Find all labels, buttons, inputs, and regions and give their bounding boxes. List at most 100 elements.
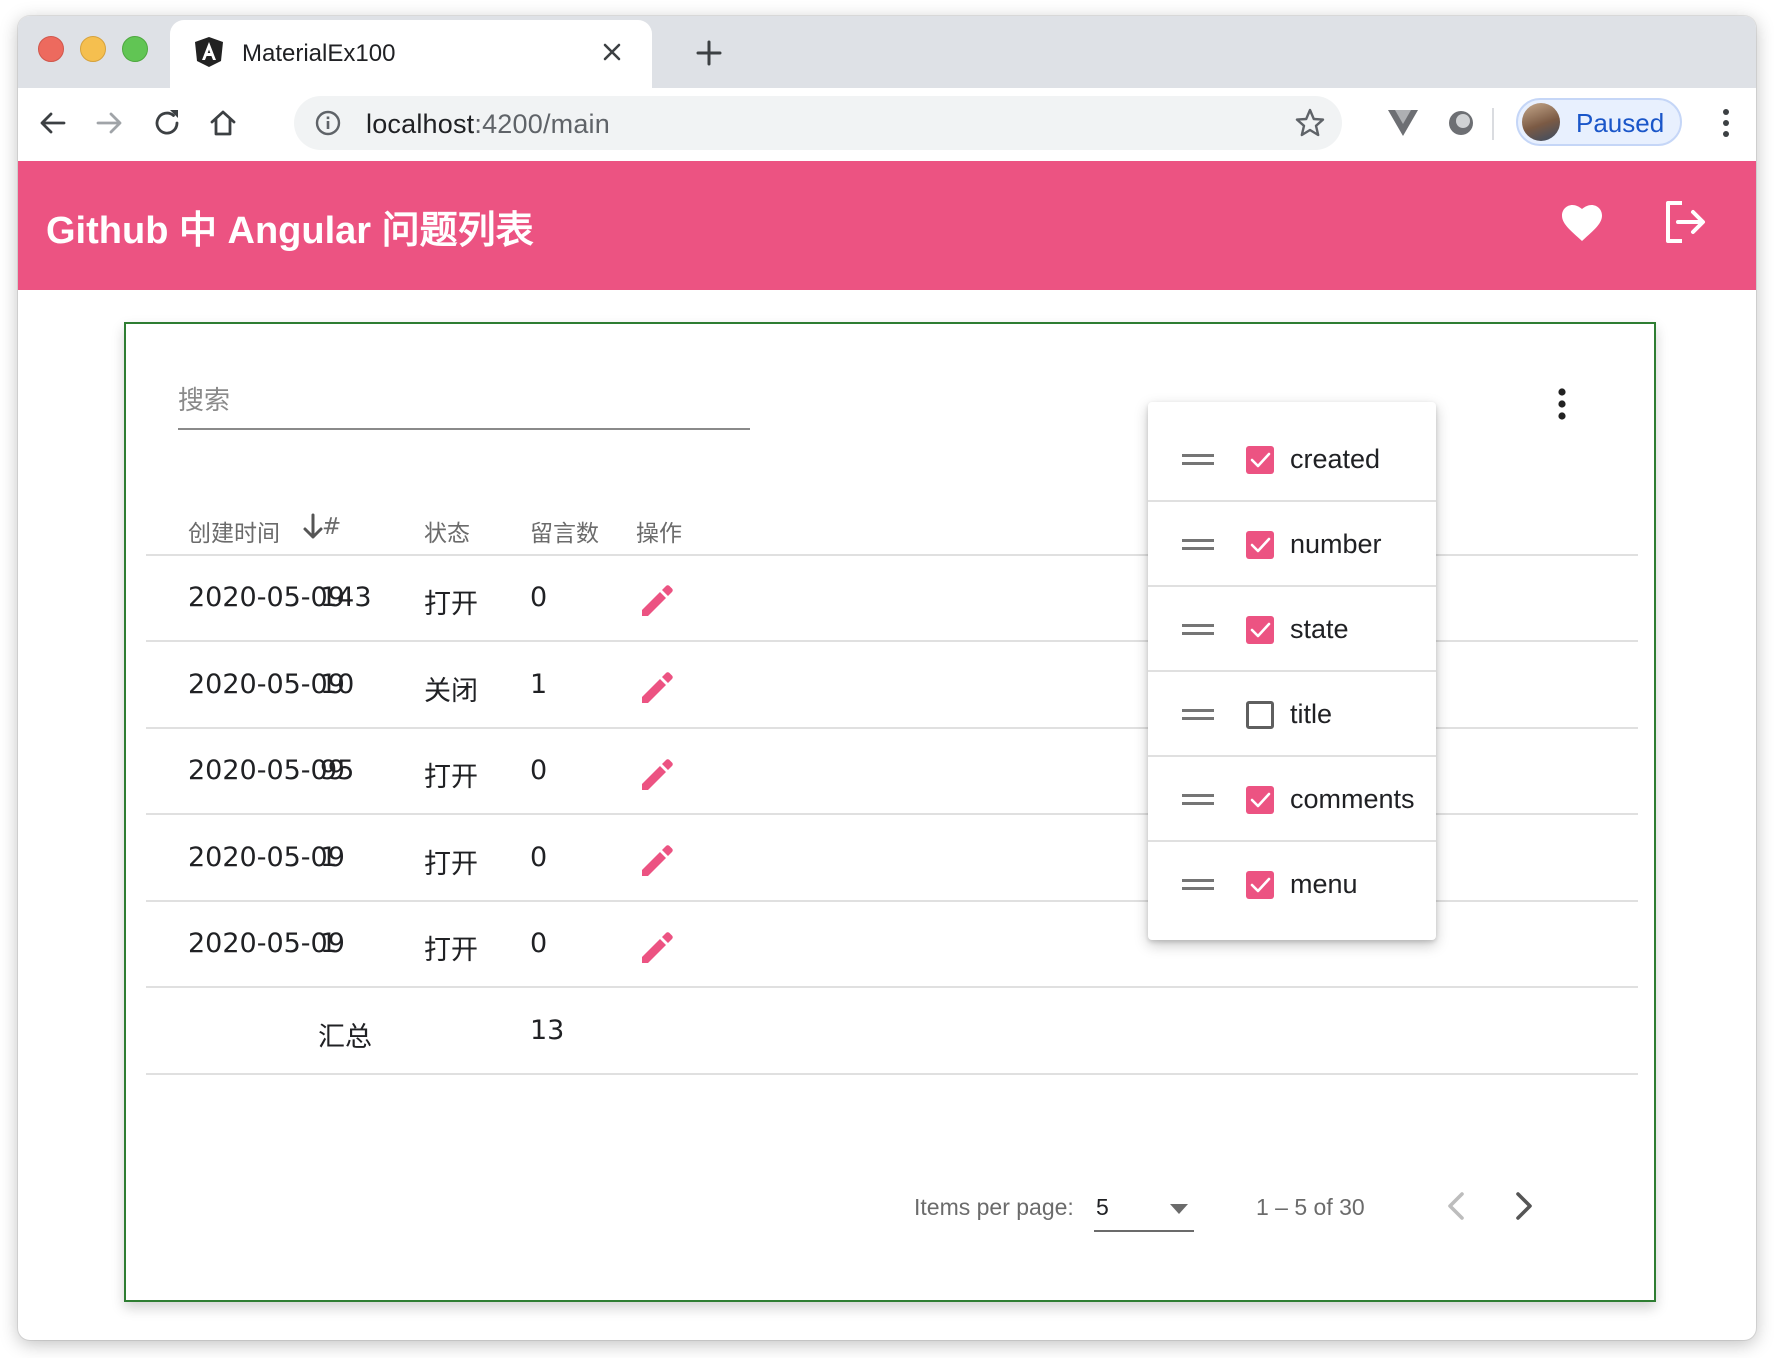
cell-number: 143 bbox=[320, 582, 372, 613]
page-size-select[interactable]: 5 bbox=[1094, 1190, 1194, 1232]
edit-icon[interactable] bbox=[638, 754, 676, 792]
items-per-page-label: Items per page: bbox=[914, 1194, 1074, 1220]
column-checkbox[interactable] bbox=[1246, 871, 1274, 899]
edit-icon[interactable] bbox=[638, 580, 676, 618]
profile-status: Paused bbox=[1576, 108, 1665, 138]
column-label: comments bbox=[1290, 784, 1415, 814]
page-range-label: 1 – 5 of 30 bbox=[1256, 1194, 1365, 1220]
browser-toolbar: localhost:4200/main Paused bbox=[18, 88, 1756, 158]
column-menu-item[interactable]: title bbox=[1148, 673, 1436, 757]
forward-icon[interactable] bbox=[92, 106, 126, 140]
drag-handle-icon[interactable] bbox=[1182, 792, 1214, 808]
close-tab-icon[interactable] bbox=[598, 38, 626, 66]
bookmark-star-icon[interactable] bbox=[1294, 107, 1326, 139]
cell-state: 打开 bbox=[424, 589, 478, 620]
url-text[interactable]: localhost:4200/main bbox=[366, 109, 610, 140]
header-comments[interactable]: 留言数 bbox=[530, 514, 599, 548]
header-number[interactable]: # bbox=[322, 514, 341, 540]
address-bar[interactable]: localhost:4200/main bbox=[294, 96, 1342, 150]
column-label: menu bbox=[1290, 869, 1358, 899]
browser-menu-icon[interactable] bbox=[1716, 106, 1736, 140]
column-visibility-menu: created number state title comments menu bbox=[1148, 402, 1436, 940]
dropdown-caret-icon bbox=[1170, 1204, 1188, 1214]
column-menu-item[interactable]: menu bbox=[1148, 843, 1436, 927]
cell-comments: 0 bbox=[530, 582, 548, 613]
table-divider bbox=[146, 1073, 1638, 1075]
edit-icon[interactable] bbox=[638, 840, 676, 878]
next-page-icon[interactable] bbox=[1504, 1184, 1544, 1228]
search-field[interactable] bbox=[178, 382, 750, 430]
cell-comments: 0 bbox=[530, 842, 548, 873]
menu-divider bbox=[1148, 670, 1436, 672]
drag-handle-icon[interactable] bbox=[1182, 537, 1214, 553]
table-divider bbox=[146, 986, 1638, 988]
toolbar-separator bbox=[1492, 108, 1494, 140]
column-checkbox[interactable] bbox=[1246, 701, 1274, 729]
cell-state: 关闭 bbox=[424, 676, 478, 707]
column-label: title bbox=[1290, 699, 1333, 729]
search-input[interactable] bbox=[178, 382, 750, 420]
edit-icon[interactable] bbox=[638, 667, 676, 705]
close-window-button[interactable] bbox=[38, 36, 64, 62]
column-menu-item[interactable]: comments bbox=[1148, 758, 1436, 842]
footer-comments-total: 13 bbox=[530, 1015, 565, 1046]
column-menu-item[interactable]: created bbox=[1148, 418, 1436, 502]
favorite-icon[interactable] bbox=[1558, 199, 1606, 247]
site-info-icon[interactable] bbox=[314, 109, 342, 137]
vue-devtools-icon[interactable] bbox=[1386, 106, 1420, 140]
cell-state: 打开 bbox=[424, 762, 478, 793]
menu-divider bbox=[1148, 585, 1436, 587]
app-toolbar: Github 中 Angular 问题列表 bbox=[18, 161, 1756, 290]
url-host: localhost bbox=[366, 109, 475, 139]
profile-button[interactable]: Paused bbox=[1516, 98, 1682, 146]
tab-title: MaterialEx100 bbox=[242, 40, 396, 67]
cell-number: 1 bbox=[320, 842, 338, 873]
maximize-window-button[interactable] bbox=[122, 36, 148, 62]
header-menu: 操作 bbox=[636, 521, 682, 547]
logout-icon[interactable] bbox=[1660, 197, 1710, 247]
cell-comments: 0 bbox=[530, 928, 548, 959]
browser-tab[interactable]: MaterialEx100 bbox=[170, 20, 652, 88]
column-menu-icon[interactable] bbox=[1552, 384, 1572, 424]
previous-page-icon[interactable] bbox=[1436, 1184, 1476, 1228]
edit-icon[interactable] bbox=[638, 927, 676, 965]
column-label: created bbox=[1290, 444, 1381, 474]
menu-divider bbox=[1148, 755, 1436, 757]
cell-comments: 1 bbox=[530, 669, 548, 700]
url-path: :4200/main bbox=[474, 109, 610, 139]
home-icon[interactable] bbox=[206, 106, 240, 140]
drag-handle-icon[interactable] bbox=[1182, 622, 1214, 638]
new-tab-icon[interactable] bbox=[694, 38, 724, 68]
header-state[interactable]: 状态 bbox=[424, 514, 470, 548]
menu-divider bbox=[1148, 500, 1436, 502]
cell-comments: 0 bbox=[530, 755, 548, 786]
column-label: number bbox=[1290, 529, 1382, 559]
back-icon[interactable] bbox=[36, 106, 70, 140]
column-menu-item[interactable]: number bbox=[1148, 503, 1436, 587]
browser-window: MaterialEx100 localhost:4200/main Paused… bbox=[18, 16, 1756, 1340]
avatar bbox=[1522, 103, 1560, 141]
page-size-value: 5 bbox=[1096, 1194, 1109, 1220]
cell-number: 1 bbox=[320, 928, 338, 959]
header-created[interactable]: 创建时间 bbox=[188, 514, 280, 548]
page-title: Github 中 Angular 问题列表 bbox=[46, 210, 534, 252]
column-checkbox[interactable] bbox=[1246, 786, 1274, 814]
drag-handle-icon[interactable] bbox=[1182, 877, 1214, 893]
minimize-window-button[interactable] bbox=[80, 36, 106, 62]
column-checkbox[interactable] bbox=[1246, 531, 1274, 559]
column-menu-item[interactable]: state bbox=[1148, 588, 1436, 672]
column-checkbox[interactable] bbox=[1246, 616, 1274, 644]
extension-icon[interactable] bbox=[1444, 106, 1478, 140]
cell-state: 打开 bbox=[424, 935, 478, 966]
menu-divider bbox=[1148, 840, 1436, 842]
cell-number: 95 bbox=[320, 755, 355, 786]
drag-handle-icon[interactable] bbox=[1182, 452, 1214, 468]
footer-total-label: 汇总 bbox=[318, 1022, 372, 1053]
drag-handle-icon[interactable] bbox=[1182, 707, 1214, 723]
cell-number: 10 bbox=[320, 669, 355, 700]
column-checkbox[interactable] bbox=[1246, 446, 1274, 474]
cell-state: 打开 bbox=[424, 849, 478, 880]
angular-icon bbox=[195, 37, 223, 67]
column-label: state bbox=[1290, 614, 1349, 644]
reload-icon[interactable] bbox=[150, 106, 184, 140]
